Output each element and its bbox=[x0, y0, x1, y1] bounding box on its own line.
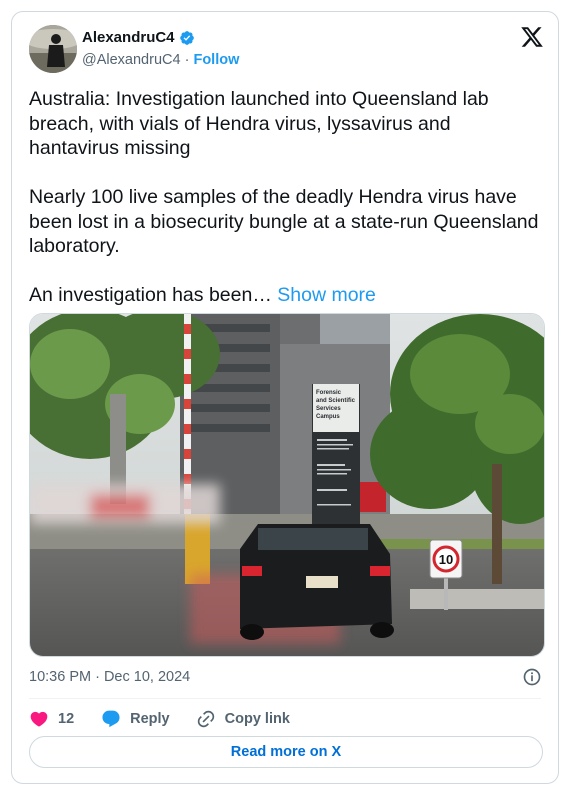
copy-link-label: Copy link bbox=[224, 711, 290, 727]
info-icon[interactable] bbox=[522, 667, 542, 687]
tweet-card: AlexandruC4 @AlexandruC4 · Follow Austra… bbox=[11, 11, 559, 784]
like-count: 12 bbox=[58, 711, 75, 727]
x-logo-icon[interactable] bbox=[520, 25, 544, 49]
tweet-text: Australia: Investigation launched into Q… bbox=[29, 87, 539, 308]
author-handle[interactable]: @AlexandruC4 bbox=[82, 52, 181, 68]
avatar[interactable] bbox=[29, 25, 77, 73]
speed-limit-sign: 10 bbox=[439, 552, 453, 567]
tweet-media-photo[interactable]: Forensic and Scientific Services Campus bbox=[29, 313, 545, 657]
divider bbox=[29, 698, 541, 699]
car bbox=[240, 524, 394, 640]
author-display-name[interactable]: AlexandruC4 bbox=[82, 29, 175, 46]
tweet-paragraph-text: An investigation has been… bbox=[29, 284, 272, 306]
tweet-paragraph: Nearly 100 live samples of the deadly He… bbox=[29, 186, 539, 257]
reply-bubble-icon bbox=[102, 710, 120, 728]
show-more-link[interactable]: Show more bbox=[277, 284, 376, 306]
campus-sign-line: Campus bbox=[316, 414, 340, 420]
tweet-paragraph: Australia: Investigation launched into Q… bbox=[29, 88, 489, 159]
action-bar: 12 Reply Copy link bbox=[29, 707, 316, 731]
author-handle-row: @AlexandruC4 · Follow bbox=[82, 52, 239, 68]
campus-sign-line: Forensic bbox=[316, 390, 342, 396]
copy-link-button[interactable]: Copy link bbox=[196, 709, 290, 729]
read-more-button[interactable]: Read more on X bbox=[29, 736, 543, 768]
reply-button[interactable]: Reply bbox=[101, 709, 170, 729]
verified-badge-icon bbox=[179, 30, 194, 45]
follow-button[interactable]: Follow bbox=[193, 52, 239, 68]
campus-sign-line: Services bbox=[316, 406, 341, 412]
handle-separator: · bbox=[184, 52, 190, 68]
tweet-timestamp[interactable]: 10:36 PM · Dec 10, 2024 bbox=[29, 669, 190, 685]
link-icon bbox=[197, 710, 214, 728]
campus-entrance-photo: Forensic and Scientific Services Campus bbox=[30, 314, 544, 656]
reply-label: Reply bbox=[130, 711, 170, 727]
heart-icon bbox=[30, 711, 48, 727]
like-button[interactable]: 12 bbox=[29, 709, 74, 729]
author-name-row: AlexandruC4 bbox=[82, 29, 195, 46]
tweet-paragraph-truncated: An investigation has been… Show more bbox=[29, 283, 539, 308]
campus-sign-line: and Scientific bbox=[316, 398, 356, 404]
